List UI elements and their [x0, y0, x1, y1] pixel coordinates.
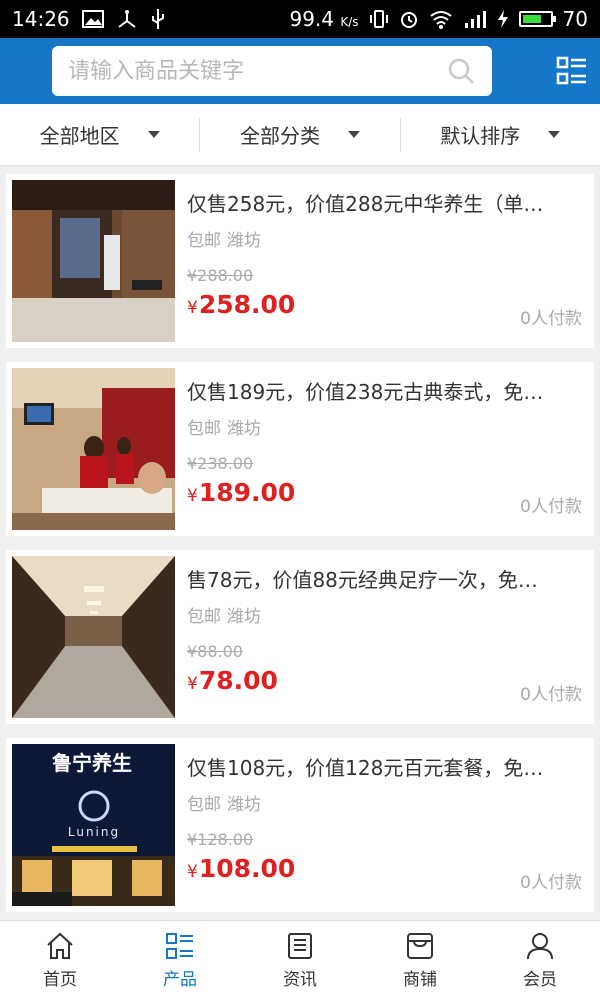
- product-card[interactable]: 仅售189元，价值238元古典泰式，免… 包邮 潍坊 ¥238.00 ¥189.0…: [6, 362, 594, 536]
- status-bar: 14:26 99.4 K/s 70: [0, 0, 600, 38]
- sale-price: ¥108.00: [187, 854, 296, 883]
- image-icon: [81, 10, 104, 28]
- tab-home[interactable]: 首页: [0, 921, 120, 1000]
- usb-debug-icon: [118, 10, 136, 28]
- product-image-lobby: [12, 180, 175, 342]
- filter-region[interactable]: 全部地区: [0, 118, 199, 152]
- tab-member[interactable]: 会员: [480, 921, 600, 1000]
- product-card[interactable]: 鲁宁养生 Luning 仅售108元，价值128元百元套餐，免… 包邮 潍坊 ¥1…: [6, 738, 594, 912]
- usb-icon: [151, 9, 164, 29]
- payment-count: 0人付款: [520, 309, 582, 329]
- original-price: ¥238.00: [187, 454, 254, 473]
- search-box[interactable]: [52, 46, 492, 96]
- wifi-icon: [429, 11, 452, 29]
- bottom-tab-bar: 首页 产品 资讯 商铺 会员: [0, 920, 600, 1000]
- product-meta: 包邮 潍坊: [187, 419, 261, 439]
- sale-price: ¥189.00: [187, 478, 296, 507]
- product-title: 仅售258元，价值288元中华养生（单…: [187, 192, 544, 216]
- search-input[interactable]: [68, 58, 446, 84]
- sale-price: ¥78.00: [187, 666, 278, 695]
- product-list: 仅售258元，价值288元中华养生（单… 包邮 潍坊 ¥288.00 ¥258.0…: [0, 166, 600, 912]
- svg-text:Luning: Luning: [68, 825, 120, 839]
- alarm-icon: [400, 12, 417, 28]
- svg-text:鲁宁养生: 鲁宁养生: [52, 751, 132, 775]
- original-price: ¥288.00: [187, 266, 254, 285]
- product-meta: 包邮 潍坊: [187, 607, 261, 627]
- tab-news[interactable]: 资讯: [240, 921, 360, 1000]
- shop-icon: [407, 933, 433, 959]
- product-title: 仅售189元，价值238元古典泰式，免…: [187, 380, 544, 404]
- product-image-massage-room: [12, 368, 175, 530]
- product-meta: 包邮 潍坊: [187, 795, 261, 815]
- news-icon: [288, 933, 312, 959]
- product-image-corridor: [12, 556, 175, 718]
- header: [0, 38, 600, 104]
- product-info: 仅售258元，价值288元中华养生（单… 包邮 潍坊 ¥288.00 ¥258.0…: [175, 180, 588, 342]
- signal-4g-icon: [464, 11, 486, 28]
- filter-sort[interactable]: 默认排序: [399, 117, 600, 152]
- sale-price: ¥258.00: [187, 290, 296, 319]
- product-title: 售78元，价值88元经典足疗一次，免…: [187, 568, 538, 592]
- dropdown-caret-icon: [147, 131, 160, 138]
- search-icon[interactable]: [446, 56, 476, 86]
- charging-icon: [497, 10, 508, 28]
- home-icon: [47, 932, 73, 959]
- tab-shops[interactable]: 商铺: [360, 921, 480, 1000]
- battery-icon: [518, 11, 556, 27]
- product-title: 仅售108元，价值128元百元套餐，免…: [187, 756, 544, 780]
- original-price: ¥128.00: [187, 830, 254, 849]
- payment-count: 0人付款: [520, 873, 582, 893]
- product-grid-icon: [166, 933, 193, 959]
- payment-count: 0人付款: [520, 497, 582, 517]
- member-icon: [527, 933, 553, 960]
- status-time: 14:26: [12, 7, 70, 31]
- product-info: 仅售108元，价值128元百元套餐，免… 包邮 潍坊 ¥128.00 ¥108.0…: [175, 744, 588, 906]
- tab-products[interactable]: 产品: [120, 921, 240, 1000]
- product-meta: 包邮 潍坊: [187, 231, 261, 251]
- payment-count: 0人付款: [520, 685, 582, 705]
- product-info: 售78元，价值88元经典足疗一次，免… 包邮 潍坊 ¥88.00 ¥78.00 0…: [175, 556, 588, 718]
- filter-category[interactable]: 全部分类: [199, 117, 399, 152]
- network-speed: 99.4 K/s: [289, 7, 359, 31]
- product-card[interactable]: 售78元，价值88元经典足疗一次，免… 包邮 潍坊 ¥88.00 ¥78.00 0…: [6, 550, 594, 724]
- filter-bar: 全部地区 全部分类 默认排序: [0, 104, 600, 166]
- dropdown-caret-icon: [347, 131, 360, 138]
- battery-level: 70: [562, 7, 588, 31]
- dropdown-caret-icon: [548, 131, 561, 138]
- vibrate-icon: [369, 10, 388, 28]
- product-info: 仅售189元，价值238元古典泰式，免… 包邮 潍坊 ¥238.00 ¥189.0…: [175, 368, 588, 530]
- category-menu-icon[interactable]: [556, 55, 588, 87]
- product-image-storefront: 鲁宁养生 Luning: [12, 744, 175, 906]
- product-card[interactable]: 仅售258元，价值288元中华养生（单… 包邮 潍坊 ¥288.00 ¥258.0…: [6, 174, 594, 348]
- original-price: ¥88.00: [187, 642, 243, 661]
